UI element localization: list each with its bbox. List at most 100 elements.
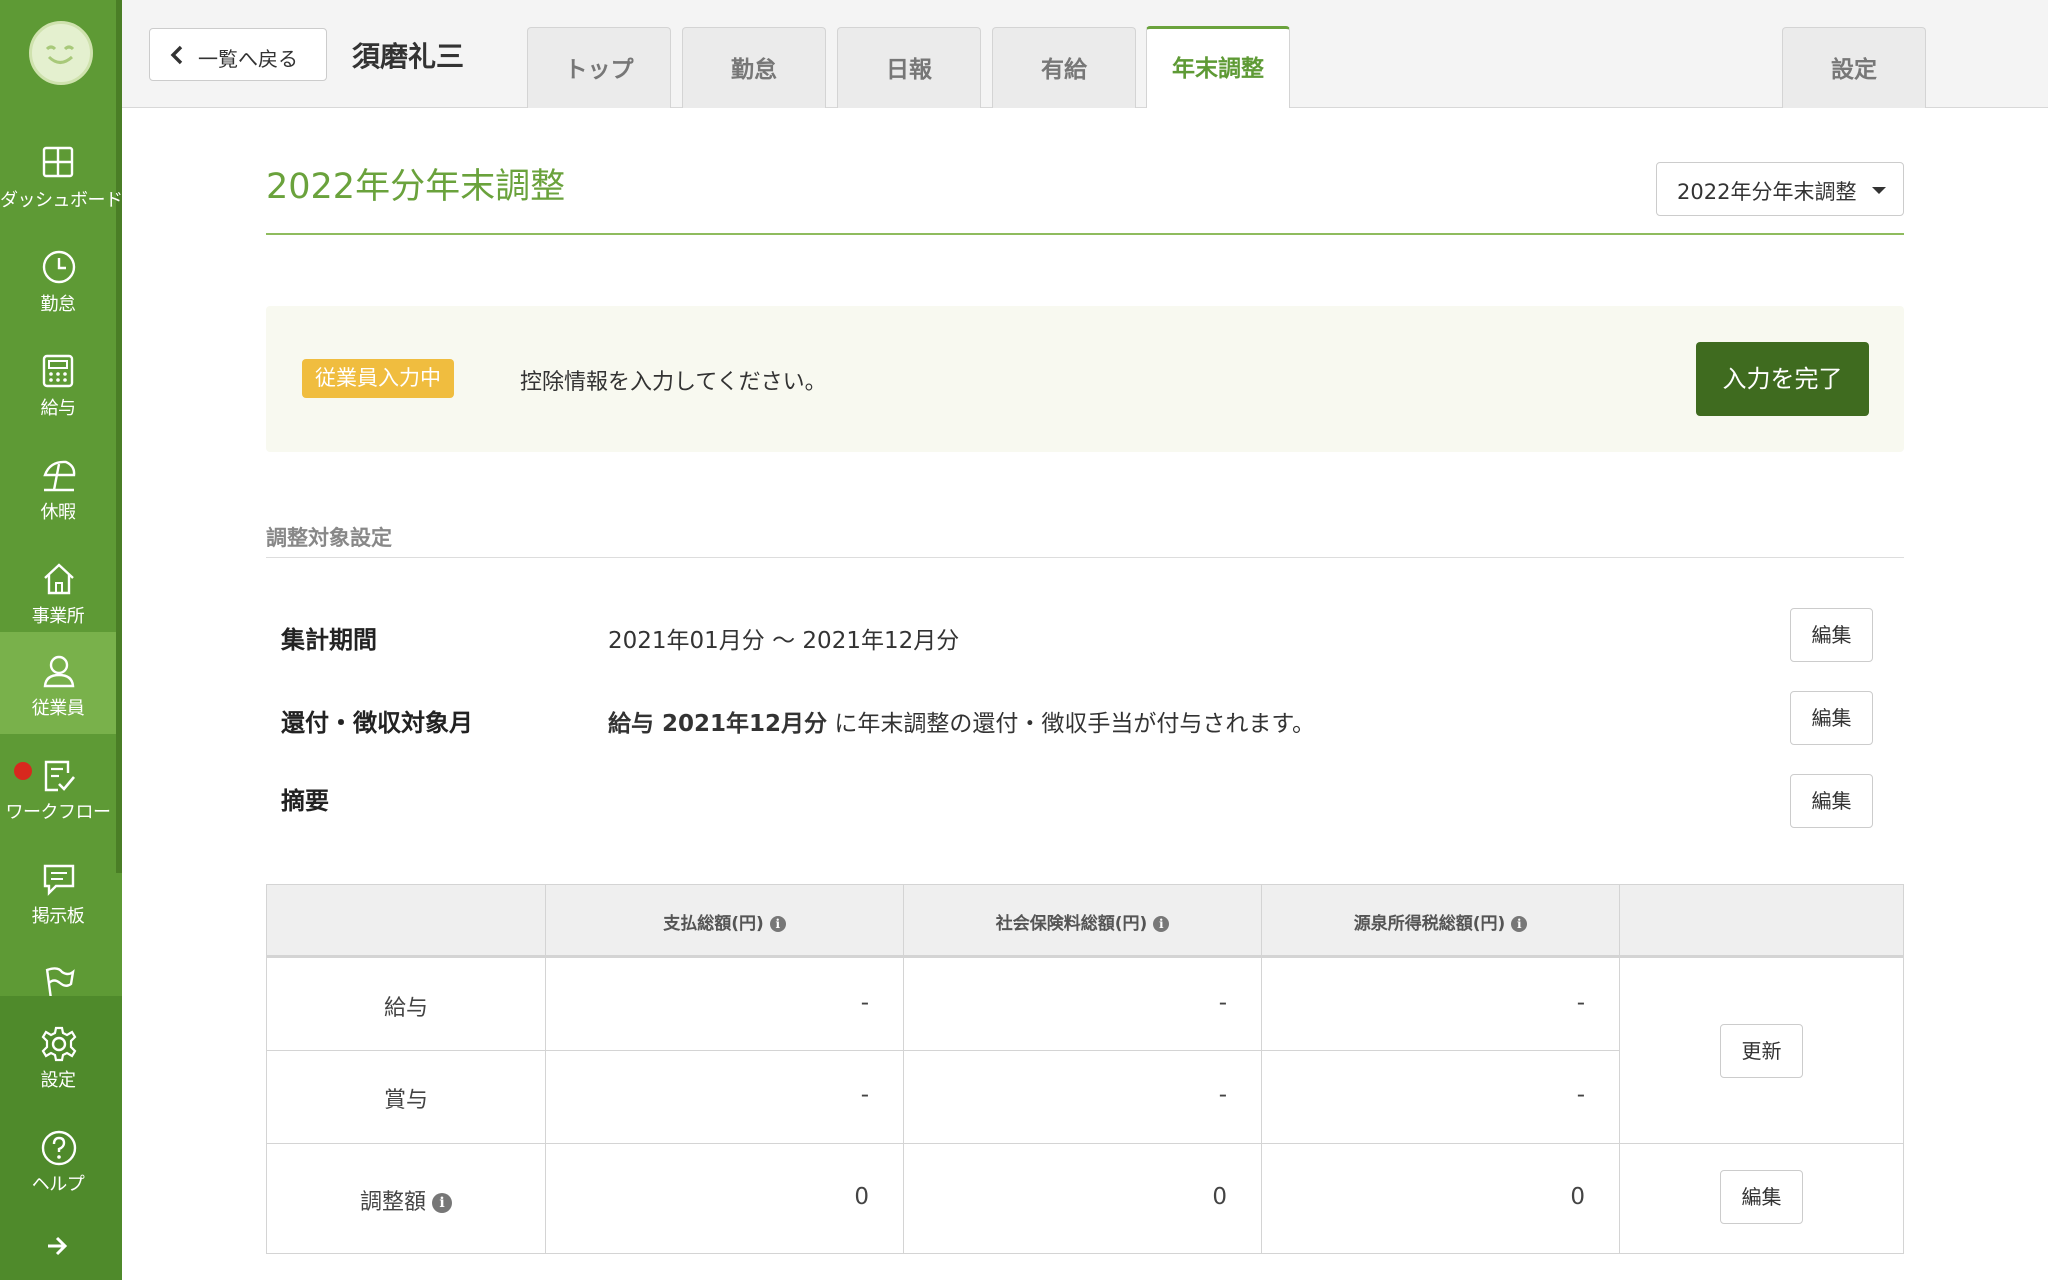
table-row-label-cell: 賞与: [266, 1050, 546, 1144]
sidebar: ダッシュボード 勤怠 給与 休暇 事業所 従業員 ワークフロー 掲示板 設定 ヘ…: [0, 0, 123, 1280]
chevron-left-icon: [170, 45, 183, 65]
back-button-label: 一覧へ戻る: [198, 47, 298, 71]
beach-umbrella-icon: [43, 460, 76, 492]
tab-paid-leave[interactable]: 有給: [992, 27, 1136, 108]
row-label-bonus: 賞与: [383, 1088, 428, 1113]
tab-year-end-adjustment[interactable]: 年末調整: [1146, 26, 1290, 108]
sidebar-item-vacation[interactable]: 休暇: [0, 436, 116, 536]
table-header-empty: [1619, 884, 1904, 958]
sidebar-item-employees[interactable]: 従業員: [0, 632, 116, 734]
year-select-value: 2022年分年末調整: [1677, 180, 1857, 204]
clock-icon: [42, 250, 76, 284]
tab-attendance[interactable]: 勤怠: [682, 27, 826, 108]
edit-refund-month-button[interactable]: 編集: [1790, 691, 1873, 745]
period-value: 2021年01月分 〜 2021年12月分: [608, 628, 960, 654]
year-select-dropdown[interactable]: 2022年分年末調整: [1656, 162, 1904, 216]
arrow-right-icon[interactable]: [46, 1236, 68, 1256]
flag-icon: [45, 967, 75, 996]
adjustment-tax-value: 0: [1570, 1184, 1585, 1210]
salary-social-insurance-value: -: [1218, 990, 1227, 1016]
sidebar-item-label: 勤怠: [40, 294, 77, 315]
period-label: 集計期間: [281, 626, 377, 654]
salary-payment-value: -: [860, 990, 869, 1016]
sidebar-scrollbar[interactable]: [116, 0, 122, 873]
status-panel: 従業員入力中 控除情報を入力してください。 入力を完了: [266, 306, 1904, 452]
edit-period-button[interactable]: 編集: [1790, 608, 1873, 662]
header-payment-total: 支払総額(円): [663, 914, 764, 934]
table-row-label-cell: 給与: [266, 957, 546, 1051]
summary-label: 摘要: [281, 787, 329, 815]
sidebar-item-label: 従業員: [31, 698, 85, 719]
table-cell: 0: [903, 1143, 1262, 1254]
info-icon[interactable]: i: [1153, 916, 1170, 932]
status-badge: 従業員入力中: [302, 359, 454, 398]
sidebar-item-flag[interactable]: [0, 944, 116, 996]
table-row-label-cell: 調整額 i: [266, 1143, 546, 1254]
table-cell: -: [903, 957, 1262, 1051]
sidebar-item-help[interactable]: ヘルプ: [0, 1130, 116, 1230]
section-divider: [266, 557, 1904, 558]
table-cell: -: [1261, 1050, 1620, 1144]
info-icon[interactable]: i: [769, 916, 786, 932]
edit-adjustment-button[interactable]: 編集: [1720, 1170, 1803, 1224]
complete-input-button[interactable]: 入力を完了: [1696, 342, 1869, 416]
bonus-social-insurance-value: -: [1218, 1082, 1227, 1108]
header-social-insurance-total: 社会保険料総額(円): [995, 914, 1148, 934]
table-header-cell: 支払総額(円) i: [545, 884, 904, 958]
sidebar-item-label: 給与: [40, 398, 77, 419]
table-cell: -: [1261, 957, 1620, 1051]
tab-daily-report[interactable]: 日報: [837, 27, 981, 108]
update-button[interactable]: 更新: [1720, 1024, 1803, 1078]
table-cell: 0: [1261, 1143, 1620, 1254]
page-title: 2022年分年末調整: [266, 167, 566, 207]
tab-top[interactable]: トップ: [527, 27, 671, 108]
tab-settings[interactable]: 設定: [1782, 27, 1926, 108]
sidebar-item-office[interactable]: 事業所: [0, 540, 116, 640]
sidebar-item-board[interactable]: 掲示板: [0, 840, 116, 940]
smiley-logo-icon: [45, 45, 75, 64]
sidebar-item-label: 事業所: [31, 606, 85, 627]
sidebar-item-label: 設定: [40, 1070, 77, 1091]
sidebar-item-settings[interactable]: 設定: [0, 1026, 116, 1126]
edit-summary-button[interactable]: 編集: [1790, 774, 1873, 828]
table-action-cell: 編集: [1619, 1143, 1904, 1254]
row-label-adjustment: 調整額: [359, 1190, 426, 1215]
info-icon[interactable]: i: [1511, 916, 1528, 932]
table-cell: -: [545, 1050, 904, 1144]
refund-month-value-bold: 給与 2021年12月分: [608, 711, 828, 737]
home-icon: [44, 563, 74, 595]
table-cell: -: [545, 957, 904, 1051]
sidebar-item-attendance[interactable]: 勤怠: [0, 228, 116, 328]
refund-month-value-text: に年末調整の還付・徴収手当が付与されます。: [827, 711, 1316, 737]
totals-table: 支払総額(円) i 社会保険料総額(円) i 源泉所得税総額(円) i 給与 - - …: [266, 884, 1904, 1254]
sidebar-item-dashboard[interactable]: ダッシュボード: [0, 124, 123, 224]
refund-month-value: 給与 2021年12月分 に年末調整の還付・徴収手当が付与されます。: [608, 704, 1315, 738]
bonus-tax-value: -: [1576, 1082, 1585, 1108]
header-withholding-tax-total: 源泉所得税総額(円): [1353, 914, 1506, 934]
status-message: 控除情報を入力してください。: [520, 370, 827, 395]
back-to-list-button[interactable]: 一覧へ戻る: [149, 28, 327, 81]
adjustment-payment-value: 0: [854, 1184, 869, 1210]
info-icon[interactable]: i: [432, 1193, 452, 1213]
row-label-adjustment-wrap: 調整額 i: [267, 1184, 545, 1216]
bonus-payment-value: -: [860, 1082, 869, 1108]
workflow-check-icon: [44, 760, 75, 792]
title-divider: [266, 233, 1904, 235]
salary-tax-value: -: [1576, 990, 1585, 1016]
sidebar-item-workflow[interactable]: ワークフロー: [0, 736, 116, 836]
row-label-salary: 給与: [383, 996, 428, 1021]
sidebar-item-label: 掲示板: [31, 906, 85, 927]
table-cell: -: [903, 1050, 1262, 1144]
table-cell: 0: [545, 1143, 904, 1254]
app-logo[interactable]: [29, 21, 93, 85]
caret-down-icon: [1872, 187, 1886, 194]
sidebar-item-payroll[interactable]: 給与: [0, 332, 116, 432]
table-action-cell: 更新: [1619, 957, 1904, 1144]
table-header-cell: 社会保険料総額(円) i: [903, 884, 1262, 958]
gear-icon: [41, 1026, 77, 1062]
sidebar-item-label: ダッシュボード: [0, 190, 123, 211]
calculator-icon: [42, 354, 74, 388]
section-title: 調整対象設定: [266, 526, 392, 550]
message-board-icon: [43, 864, 75, 896]
employee-name: 須磨礼三: [352, 40, 465, 73]
